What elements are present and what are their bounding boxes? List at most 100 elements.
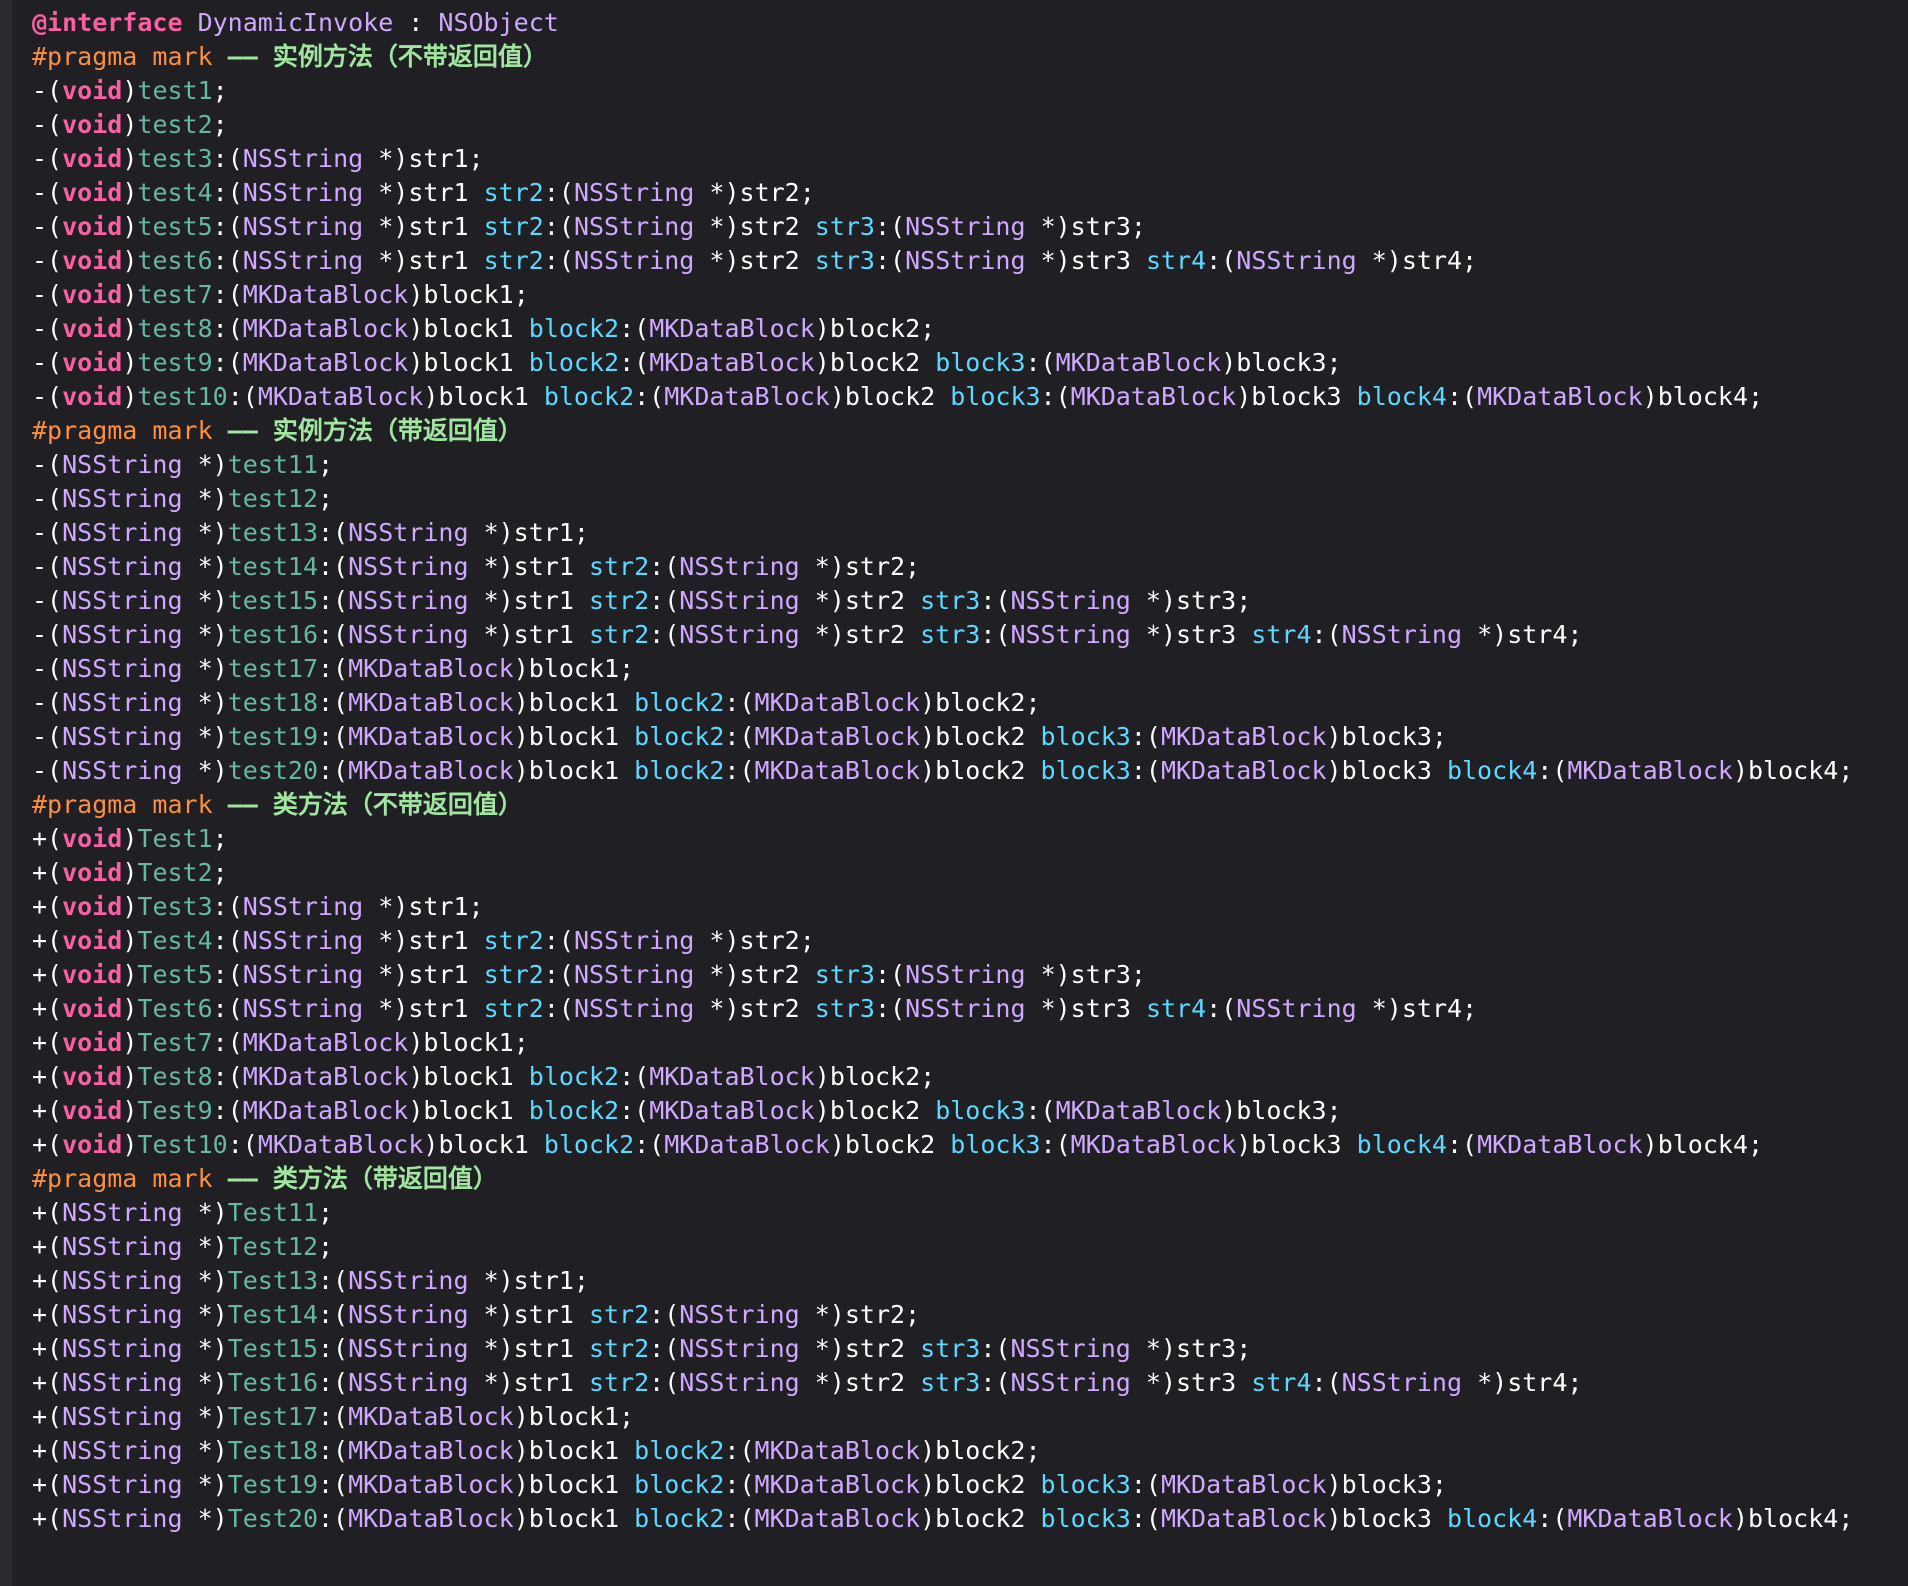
code-token-plain: ) [122, 280, 138, 309]
code-token-label: str3 [920, 620, 981, 649]
code-token-plain: *)str1 [468, 552, 589, 581]
code-token-class: MKDataBlock [1477, 1130, 1643, 1159]
code-token-plain: ; [212, 110, 228, 139]
code-token-plain: ) [122, 110, 138, 139]
code-token-plain: -( [32, 348, 63, 377]
code-token-class: MKDataBlock [1160, 722, 1327, 751]
code-token-class: NSString [905, 246, 1026, 275]
code-token-kw: void [62, 246, 123, 275]
code-token-method: test5 [137, 212, 213, 241]
code-token-plain: :( [543, 246, 574, 275]
code-token-plain: *)str1; [363, 892, 484, 921]
code-token-label: str2 [483, 960, 544, 989]
code-token-plain: *)str1 [468, 1368, 589, 1397]
code-token-method: Test9 [137, 1096, 213, 1125]
code-token-plain: :( [318, 688, 349, 717]
code-token-plain: +( [32, 1402, 63, 1431]
code-token-class: MKDataBlock [664, 382, 830, 411]
code-token-method: Test7 [137, 1028, 213, 1057]
code-token-class: MKDataBlock [1055, 1096, 1222, 1125]
code-token-plain: :( [875, 246, 906, 275]
code-token-class: NSString [1341, 620, 1463, 649]
code-token-label: str2 [588, 620, 650, 649]
code-token-plain: -( [32, 518, 63, 547]
code-token-plain: ) [122, 892, 138, 921]
code-token-label: block2 [634, 1436, 725, 1465]
code-token-plain: :( [212, 994, 243, 1023]
code-token-plain: -( [32, 586, 63, 615]
code-token-plain: ) [122, 960, 138, 989]
code-line: -(void)test6:(NSString *)str1 str2:(NSSt… [32, 244, 1908, 278]
code-line: +(void)Test6:(NSString *)str1 str2:(NSSt… [32, 992, 1908, 1026]
code-token-method: Test14 [227, 1300, 318, 1329]
code-token-plain: ) [122, 824, 138, 853]
code-token-class: DynamicInvoke [197, 8, 394, 37]
code-token-plain: :( [875, 994, 906, 1023]
code-token-class: MKDataBlock [1567, 756, 1733, 785]
code-token-class: NSString [242, 960, 364, 989]
code-token-plain: *)str2 [694, 960, 815, 989]
code-editor[interactable]: @interface DynamicInvoke : NSObject #prag… [0, 0, 1908, 1586]
code-token-method: Test20 [227, 1504, 318, 1533]
code-token-plain: *)str1 [363, 178, 484, 207]
code-token-class: NSString [573, 960, 695, 989]
code-token-plain: *)str3; [1025, 212, 1146, 241]
code-token-plain: :( [649, 620, 680, 649]
code-token-plain: +( [32, 960, 63, 989]
code-token-plain: :( [227, 1130, 258, 1159]
code-token-plain: +( [32, 1130, 63, 1159]
code-token-plain: +( [32, 824, 63, 853]
code-token-class: NSString [242, 178, 364, 207]
code-token-plain: +( [32, 1300, 63, 1329]
code-token-plain: :( [724, 722, 755, 751]
code-token-class: NSString [62, 722, 183, 751]
code-line: -(void)test3:(NSString *)str1; [32, 142, 1908, 176]
code-token-plain: :( [619, 1096, 650, 1125]
code-token-plain: :( [318, 1470, 349, 1499]
code-token-plain: )block2; [814, 314, 936, 343]
code-token-class: MKDataBlock [348, 1504, 514, 1533]
code-token-class: MKDataBlock [649, 1062, 815, 1091]
code-token-plain: )block2; [814, 1062, 936, 1091]
code-token-class: NSString [62, 654, 183, 683]
code-token-plain: ; [212, 76, 228, 105]
code-token-plain: *) [182, 1198, 228, 1227]
code-token-plain: :( [543, 212, 574, 241]
code-token-plain: *) [182, 722, 228, 751]
code-token-plain: ; [318, 1232, 334, 1261]
code-token-plain: *)str1; [468, 1266, 589, 1295]
code-token-plain: :( [543, 926, 574, 955]
code-token-plain: *) [182, 1504, 228, 1533]
code-token-plain: )block1 [513, 722, 635, 751]
source-code[interactable]: @interface DynamicInvoke : NSObject #prag… [32, 6, 1908, 1536]
code-token-class: NSString [679, 1334, 800, 1363]
code-token-plain: :( [619, 1062, 650, 1091]
code-token-class: MKDataBlock [1160, 1470, 1327, 1499]
code-token-class: NSObject [438, 8, 559, 37]
code-token-plain: )block3 [1236, 382, 1357, 411]
code-token-label: str2 [588, 1334, 650, 1363]
code-token-label: block3 [950, 1130, 1041, 1159]
code-token-plain: -( [32, 314, 63, 343]
code-token-plain: *)str2 [799, 586, 921, 615]
code-token-plain: -( [32, 484, 63, 513]
code-token-class: MKDataBlock [1567, 1504, 1733, 1533]
code-token-plain: :( [318, 1300, 349, 1329]
code-token-method: Test2 [137, 858, 213, 887]
code-token-class: MKDataBlock [348, 722, 514, 751]
code-token-plain: :( [318, 1266, 349, 1295]
code-token-class: MKDataBlock [754, 1436, 921, 1465]
code-token-class: NSString [242, 212, 364, 241]
code-token-method: Test1 [137, 824, 213, 853]
code-token-label: block3 [935, 1096, 1026, 1125]
code-token-class: NSString [1341, 1368, 1463, 1397]
code-token-plain: )block1 [513, 1436, 635, 1465]
code-token-plain: :( [212, 892, 243, 921]
code-token-plain: :( [980, 1368, 1011, 1397]
code-token-label: block2 [634, 722, 725, 751]
code-token-label: block2 [634, 756, 725, 785]
code-token-plain: :( [875, 212, 906, 241]
code-line: +(NSString *)Test16:(NSString *)str1 str… [32, 1366, 1908, 1400]
code-token-plain: :( [318, 722, 349, 751]
code-token-plain: )block3 [1326, 756, 1447, 785]
